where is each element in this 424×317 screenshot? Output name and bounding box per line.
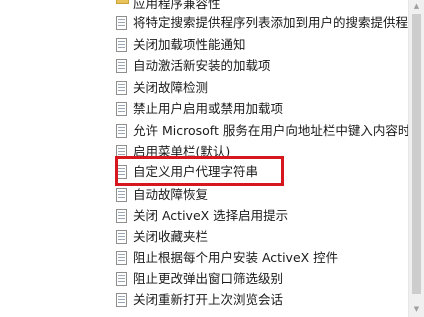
list-item[interactable]: 阻止根据每个用户安装 ActiveX 控件 [0, 248, 408, 269]
scrollbar-thumb[interactable] [412, 14, 421, 294]
policy-setting-icon [116, 81, 127, 95]
list-item[interactable]: 关闭重新打开上次浏览会话 [0, 290, 408, 311]
policy-setting-icon [116, 16, 127, 30]
list-item-label: 关闭重新打开上次浏览会话 [133, 292, 284, 307]
list-item[interactable]: 允许 Microsoft 服务在用户向地址栏中键入内容时提 [0, 121, 408, 142]
list-item-label: 禁止用户启用或禁用加载项 [133, 101, 284, 116]
list-item[interactable]: 启用菜单栏(默认) [0, 142, 408, 163]
list-item[interactable]: 阻止更改弹出窗口筛选级别 [0, 269, 408, 290]
policy-setting-icon [116, 209, 127, 223]
list-item[interactable]: 禁止用户启用或禁用加载项 [0, 99, 408, 120]
policy-settings-list: 应用程序兼容性 将特定搜索提供程序列表添加到用户的搜索提供程序 关闭加载项性能通… [0, 0, 408, 317]
list-item-label: 关闭收藏夹栏 [133, 229, 209, 244]
policy-setting-icon [116, 165, 127, 179]
policy-setting-icon [116, 59, 127, 73]
policy-setting-icon [116, 251, 127, 265]
list-item[interactable]: 关闭 ActiveX 选择启用提示 [0, 206, 408, 227]
list-item[interactable]: 自动激活新安装的加载项 [0, 56, 408, 77]
list-item-label: 阻止更改弹出窗口筛选级别 [133, 271, 284, 286]
policy-setting-icon [116, 124, 127, 138]
list-item-label: 阻止根据每个用户安装 ActiveX 控件 [133, 250, 339, 265]
list-item-label: 关闭加载项性能通知 [133, 37, 246, 52]
policy-setting-icon [116, 38, 127, 52]
scroll-down-arrow-icon[interactable]: ▼ [409, 303, 424, 315]
list-item[interactable]: 关闭故障检测 [0, 78, 408, 99]
policy-setting-icon [116, 230, 127, 244]
list-item-label: 应用程序兼容性 [133, 0, 221, 11]
list-item[interactable]: 关闭加载项性能通知 [0, 35, 408, 56]
list-item[interactable]: 关闭收藏夹栏 [0, 227, 408, 248]
policy-setting-icon [116, 145, 127, 159]
policy-setting-icon [116, 188, 127, 202]
list-item-label: 允许 Microsoft 服务在用户向地址栏中键入内容时提 [133, 123, 408, 138]
list-item-label: 将特定搜索提供程序列表添加到用户的搜索提供程序 [133, 15, 408, 30]
vertical-scrollbar[interactable]: ▲ ▼ [408, 0, 424, 317]
list-item-label: 启用菜单栏(默认) [133, 144, 231, 159]
policy-setting-icon [116, 293, 127, 307]
list-item-label: 自动故障恢复 [133, 187, 209, 202]
scroll-up-arrow-icon[interactable]: ▲ [409, 0, 424, 12]
list-item[interactable]: 将特定搜索提供程序列表添加到用户的搜索提供程序 [0, 13, 408, 34]
list-item-label: 自动激活新安装的加载项 [133, 58, 271, 73]
list-item-custom-user-agent[interactable]: 自定义用户代理字符串 [0, 162, 408, 183]
list-item[interactable]: 自动故障恢复 [0, 185, 408, 206]
list-item-label: 关闭 ActiveX 选择启用提示 [133, 208, 289, 223]
policy-setting-icon [116, 102, 127, 116]
policy-setting-icon [116, 272, 127, 286]
folder-icon [116, 0, 129, 4]
list-item-label: 关闭故障检测 [133, 80, 209, 95]
list-item-label: 自定义用户代理字符串 [133, 164, 259, 179]
